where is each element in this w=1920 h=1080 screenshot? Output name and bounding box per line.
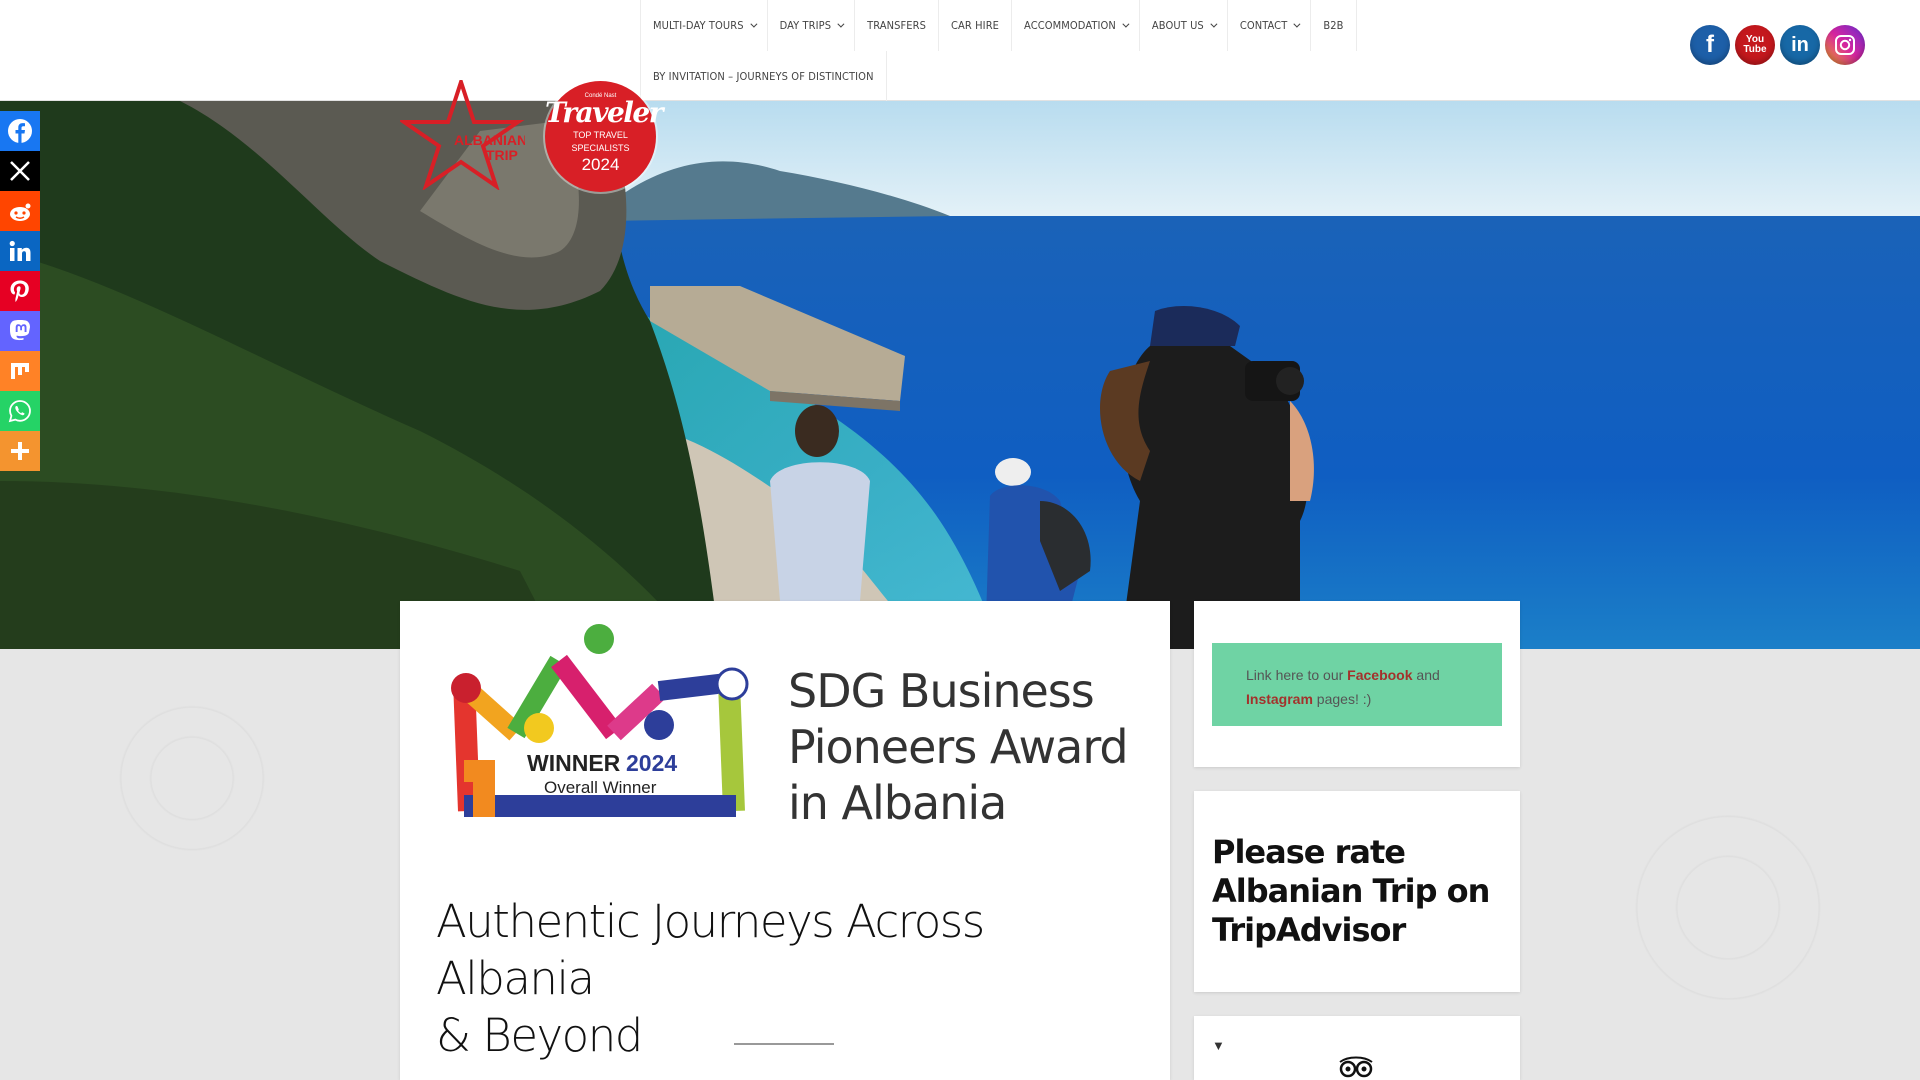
x-icon (9, 160, 31, 182)
hero-image (0, 101, 1920, 649)
facebook-icon (7, 118, 33, 144)
badge-line1: TOP TRAVEL (573, 130, 628, 140)
chevron-down-icon (837, 20, 845, 28)
whatsapp-share-button[interactable] (0, 391, 40, 431)
linkedin-icon (8, 239, 32, 263)
header-social-icons: f You Tube in (1690, 25, 1865, 65)
chevron-down-icon (749, 20, 758, 28)
nav-item-car-hire[interactable]: CAR HIRE (938, 0, 1011, 51)
youtube-glyph: You Tube (1743, 35, 1766, 55)
mastodon-icon (9, 319, 31, 343)
facebook-share-button[interactable] (0, 111, 40, 151)
page-title: Authentic Journeys Across Albania & Beyo… (436, 893, 1146, 1064)
social-links-box: Link here to our Facebook and Instagram … (1212, 643, 1502, 726)
page-title-line: & Beyond (436, 1009, 643, 1062)
facebook-glyph: f (1706, 31, 1714, 58)
badge-title: Traveler (545, 96, 663, 129)
youtube-icon[interactable]: You Tube (1735, 25, 1775, 65)
social-links-suffix: pages! :) (1312, 691, 1372, 707)
nav-item-label: DAY TRIPS (779, 19, 832, 32)
collapse-toggle[interactable]: ▼ (1212, 1038, 1225, 1053)
award-title: SDG Business Pioneers Award in Albania (788, 663, 1129, 831)
award-winner-label: WINNER (527, 750, 621, 776)
main-nav-row-2: BY INVITATION – JOURNEYS OF DISTINCTION (640, 51, 887, 101)
badge-year: 2024 (581, 155, 620, 174)
award-winner-year: 2024 (626, 750, 677, 776)
instagram-link[interactable]: Instagram (1246, 691, 1313, 707)
mix-share-button[interactable] (0, 351, 40, 391)
nav-item-label: ABOUT US (1151, 19, 1204, 32)
rate-heading-line: TripAdvisor (1212, 911, 1406, 949)
badge-line2: SPECIALISTS (571, 143, 630, 153)
rate-heading-line: Albanian Trip on (1212, 872, 1490, 910)
award-title-line: in Albania (788, 776, 1007, 830)
social-links-widget: Link here to our Facebook and Instagram … (1194, 601, 1520, 767)
sdg-award-logo: WINNER 2024 Overall Winner (444, 621, 754, 831)
tripadvisor-widget: ▼ (1194, 1016, 1520, 1080)
logo-line1: ALBANIAN (454, 132, 525, 148)
social-links-middle: and (1412, 667, 1440, 683)
rate-heading: Please rate Albanian Trip on TripAdvisor (1212, 833, 1502, 950)
reddit-icon (7, 200, 33, 222)
x-share-button[interactable] (0, 151, 40, 191)
facebook-link[interactable]: Facebook (1347, 667, 1412, 683)
nav-item-label: BY INVITATION – JOURNEYS OF DISTINCTION (653, 69, 874, 83)
nav-item-day-trips[interactable]: DAY TRIPS (766, 0, 855, 51)
albanian-trip-logo[interactable]: ALBANIAN TRIP (397, 75, 527, 195)
whatsapp-icon (8, 399, 32, 423)
tripadvisor-rate-widget: Please rate Albanian Trip on TripAdvisor (1194, 791, 1520, 992)
linkedin-icon[interactable]: in (1780, 25, 1820, 65)
facebook-icon[interactable]: f (1690, 25, 1730, 65)
nav-item-multi-day-tours[interactable]: MULTI-DAY TOURS (640, 0, 767, 51)
nav-item-label: MULTI-DAY TOURS (653, 19, 744, 32)
nav-item-label: B2B (1323, 19, 1344, 32)
nav-item-b2b[interactable]: B2B (1310, 0, 1357, 51)
mix-icon (9, 360, 31, 382)
nav-item-label: CONTACT (1239, 19, 1288, 32)
linkedin-glyph: in (1791, 33, 1809, 56)
nav-item-label: CAR HIRE (951, 19, 1000, 32)
tripadvisor-owl-icon[interactable] (1336, 1056, 1376, 1080)
chevron-down-icon (1210, 20, 1218, 28)
award-title-line: Pioneers Award (788, 720, 1129, 774)
nav-item-transfers[interactable]: TRANSFERS (854, 0, 938, 51)
nav-item-accommodation[interactable]: ACCOMMODATION (1011, 0, 1139, 51)
reddit-share-button[interactable] (0, 191, 40, 231)
title-divider (734, 1043, 834, 1045)
instagram-icon[interactable] (1825, 25, 1865, 65)
mastodon-share-button[interactable] (0, 311, 40, 351)
share-sidebar (0, 111, 40, 471)
nav-item-about-us[interactable]: ABOUT US (1138, 0, 1227, 51)
site-header: MULTI-DAY TOURS DAY TRIPS TRANSFERS CAR HIR… (0, 0, 1920, 101)
social-links-prefix: Link here to our (1246, 667, 1348, 683)
linkedin-share-button[interactable] (0, 231, 40, 271)
pinterest-share-button[interactable] (0, 271, 40, 311)
chevron-down-icon (1293, 20, 1301, 28)
page-title-line: Authentic Journeys Across Albania (436, 895, 985, 1005)
traveler-award-badge: Condé Nast Traveler TOP TRAVEL SPECIALIS… (545, 81, 663, 192)
pinterest-icon (8, 279, 32, 303)
instagram-glyph (1835, 35, 1855, 55)
logo-line2: TRIP (486, 147, 518, 163)
chevron-down-icon (1122, 20, 1130, 28)
youtube-glyph-bottom: Tube (1743, 44, 1767, 55)
nav-item-label: TRANSFERS (867, 19, 927, 32)
award-title-line: SDG Business (788, 664, 1095, 718)
main-content-card: WINNER 2024 Overall Winner SDG Business … (400, 601, 1170, 1080)
award-overall: Overall Winner (544, 778, 657, 797)
nav-item-by-invitation-journeys-of-distinction[interactable]: BY INVITATION – JOURNEYS OF DISTINCTION (640, 51, 887, 101)
more-share-button[interactable] (0, 431, 40, 471)
rate-heading-line: Please rate (1212, 833, 1406, 871)
more-icon (9, 440, 31, 462)
main-nav: MULTI-DAY TOURS DAY TRIPS TRANSFERS CAR HIR… (640, 0, 1357, 51)
nav-item-label: ACCOMMODATION (1024, 19, 1116, 32)
nav-item-contact[interactable]: CONTACT (1226, 0, 1311, 51)
